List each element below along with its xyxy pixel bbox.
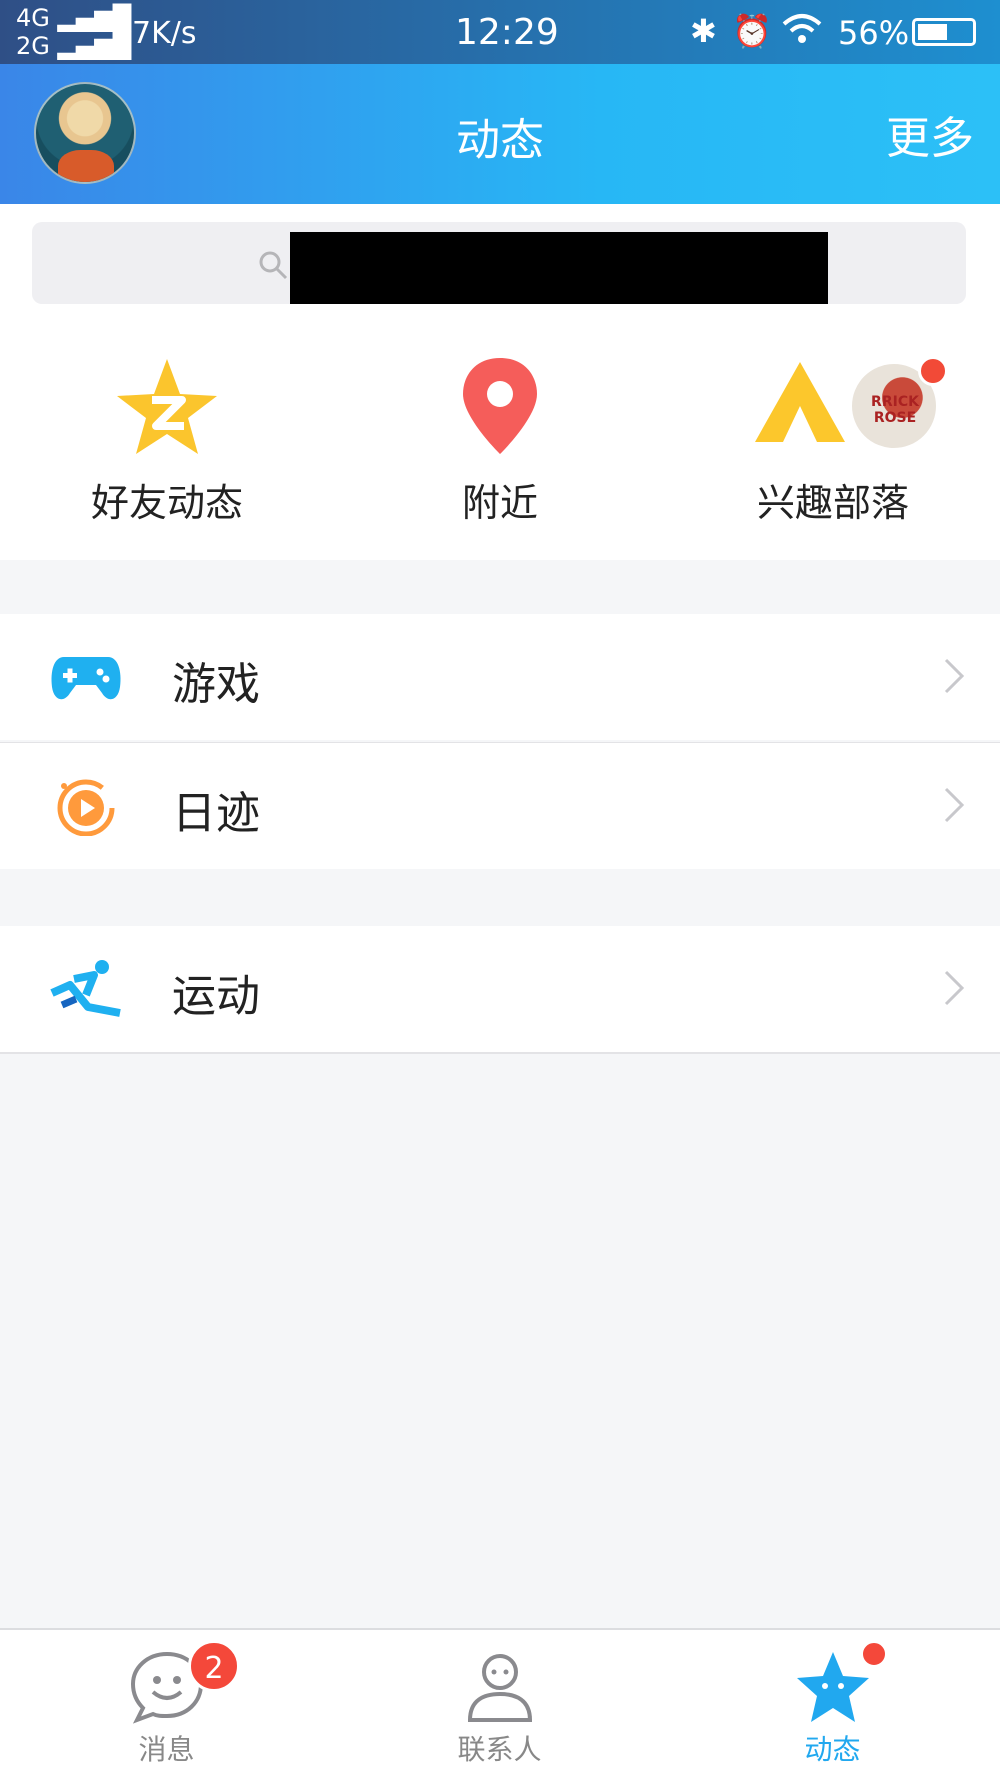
list-item-game[interactable]: 游戏 [0,614,1000,740]
friends-feed-button[interactable]: 好友动态 [0,354,334,554]
tab-dynamic[interactable]: 动态 [666,1630,999,1780]
unread-badge: 2 [188,1640,240,1692]
notification-dot [918,356,948,386]
location-pin-icon [463,358,537,454]
game-label: 游戏 [172,659,260,710]
status-bar: 4G ▂▄▆█ 2G ▂▄▆█ 7K/s 12:29 ✱ ⏰ 56% [0,0,1000,64]
sport-label: 运动 [172,971,260,1022]
network-type-top: 4G [16,4,50,32]
alarm-icon: ⏰ [732,12,772,50]
network-speed: 7K/s [132,16,197,51]
diary-play-icon [57,779,115,836]
tab-contacts-label: 联系人 [457,1733,542,1766]
signal-icon: ▂▄▆█ [57,4,132,32]
tab-contacts[interactable]: 联系人 [333,1630,666,1780]
qzone-star-icon [117,359,217,454]
search-area [0,204,1000,304]
diary-label: 日迹 [172,788,260,839]
friends-feed-label: 好友动态 [90,481,243,525]
tab-messages-label: 消息 [138,1733,195,1766]
chevron-right-icon [944,787,965,823]
page-title: 动态 [456,115,544,166]
tribe-tent-icon [754,362,845,442]
bluetooth-icon: ✱ [690,12,717,50]
redacted-block [290,232,828,304]
signal-icon: ▂▄▆█ [57,32,132,60]
search-icon [259,251,288,280]
tab-dynamic-label: 动态 [804,1733,861,1766]
network-indicator: 4G ▂▄▆█ 2G ▂▄▆█ [16,4,131,60]
gamepad-icon [51,657,121,700]
interest-tribe-button[interactable]: RRICK ROSE 兴趣部落 [666,354,1000,554]
wifi-icon [782,12,822,54]
more-button[interactable]: 更多 [886,102,974,166]
interest-tribe-label: 兴趣部落 [756,481,909,525]
nearby-label: 附近 [461,481,538,525]
chevron-right-icon [944,658,965,694]
running-icon [50,960,121,1017]
list-item-sport[interactable]: 运动 [0,926,1000,1052]
tab-messages[interactable]: 2 消息 [0,1630,333,1780]
app-header: 动态 更多 [0,64,1000,204]
clock: 12:29 [455,12,559,53]
person-icon [467,1654,532,1722]
list-item-diary[interactable]: 日迹 [0,743,1000,869]
bottom-tab-bar: 2 消息 联系人 动态 [0,1628,1000,1780]
battery-percent: 56% [838,14,910,52]
network-type-bottom: 2G [16,32,50,60]
divider [0,1052,1000,1054]
quick-actions: 好友动态 附近 RRICK ROSE 兴趣部落 [0,304,1000,560]
battery-icon [912,18,976,46]
chevron-right-icon [944,970,965,1006]
nearby-button[interactable]: 附近 [333,354,667,554]
notification-dot [860,1640,888,1668]
